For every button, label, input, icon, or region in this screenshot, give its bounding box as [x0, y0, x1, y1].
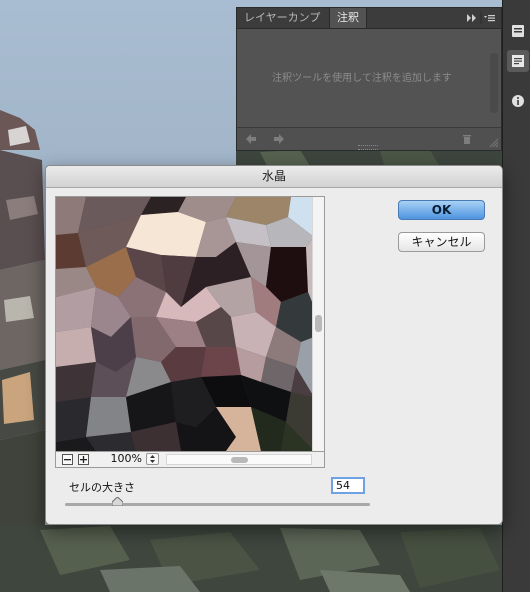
crystallize-dialog: 水晶 100% OK キャンセル セルの大きさ 54: [45, 165, 503, 525]
trash-icon[interactable]: [461, 133, 473, 145]
tab-notes[interactable]: 注釈: [329, 8, 367, 28]
panel-tab-bar: レイヤーカンプ 注釈: [237, 8, 501, 29]
cancel-button[interactable]: キャンセル: [398, 232, 485, 252]
stepper-arrows-icon: [150, 455, 155, 463]
panel-dock-strip: [502, 0, 530, 592]
zoom-stepper[interactable]: [146, 453, 159, 465]
preview-vertical-scrollbar[interactable]: [312, 197, 324, 451]
next-note-icon[interactable]: [273, 133, 285, 145]
resize-grip-icon[interactable]: [489, 138, 499, 148]
panel-menu-controls[interactable]: [465, 10, 497, 26]
notes-scrollbar[interactable]: [490, 53, 498, 113]
zoom-in-icon: [80, 456, 87, 463]
zoom-out-icon: [64, 459, 71, 461]
tab-layer-comps[interactable]: レイヤーカンプ: [237, 8, 327, 28]
notes-panel-button[interactable]: [507, 50, 529, 72]
filter-preview[interactable]: [55, 196, 325, 452]
expand-panel-icon[interactable]: [467, 14, 476, 22]
layers-panel-button[interactable]: [507, 20, 529, 42]
info-icon: [512, 95, 524, 107]
zoom-out-button[interactable]: [62, 454, 73, 465]
panel-drag-handle[interactable]: [358, 145, 378, 150]
preview-horizontal-scroll-thumb[interactable]: [231, 457, 248, 463]
dialog-title: 水晶: [46, 166, 502, 188]
cell-size-input[interactable]: [331, 477, 365, 494]
ok-button[interactable]: OK: [398, 200, 485, 220]
cell-size-slider-thumb[interactable]: [111, 497, 123, 506]
zoom-in-button[interactable]: [78, 454, 89, 465]
previous-note-icon[interactable]: [245, 133, 257, 145]
castle-roof: [0, 110, 45, 530]
empty-notes-message: 注釈ツールを使用して注釈を追加します: [272, 73, 452, 84]
preview-image[interactable]: [56, 197, 314, 451]
panel-menu-icon[interactable]: [484, 15, 495, 22]
preview-horizontal-scrollbar[interactable]: [166, 454, 312, 465]
cell-size-label: セルの大きさ: [69, 481, 135, 494]
notes-panel: レイヤーカンプ 注釈 注釈ツールを使用して注釈を追加します: [236, 7, 502, 151]
info-panel-button[interactable]: [507, 90, 529, 112]
preview-zoom-bar: 100%: [55, 452, 325, 468]
zoom-level: 100%: [110, 452, 142, 465]
cell-size-slider-track[interactable]: [65, 503, 370, 506]
preview-vertical-scroll-thumb[interactable]: [315, 315, 322, 332]
notes-list: 注釈ツールを使用して注釈を追加します: [237, 29, 501, 122]
notes-panel-icon: [512, 55, 524, 67]
layers-panel-icon: [512, 25, 524, 37]
